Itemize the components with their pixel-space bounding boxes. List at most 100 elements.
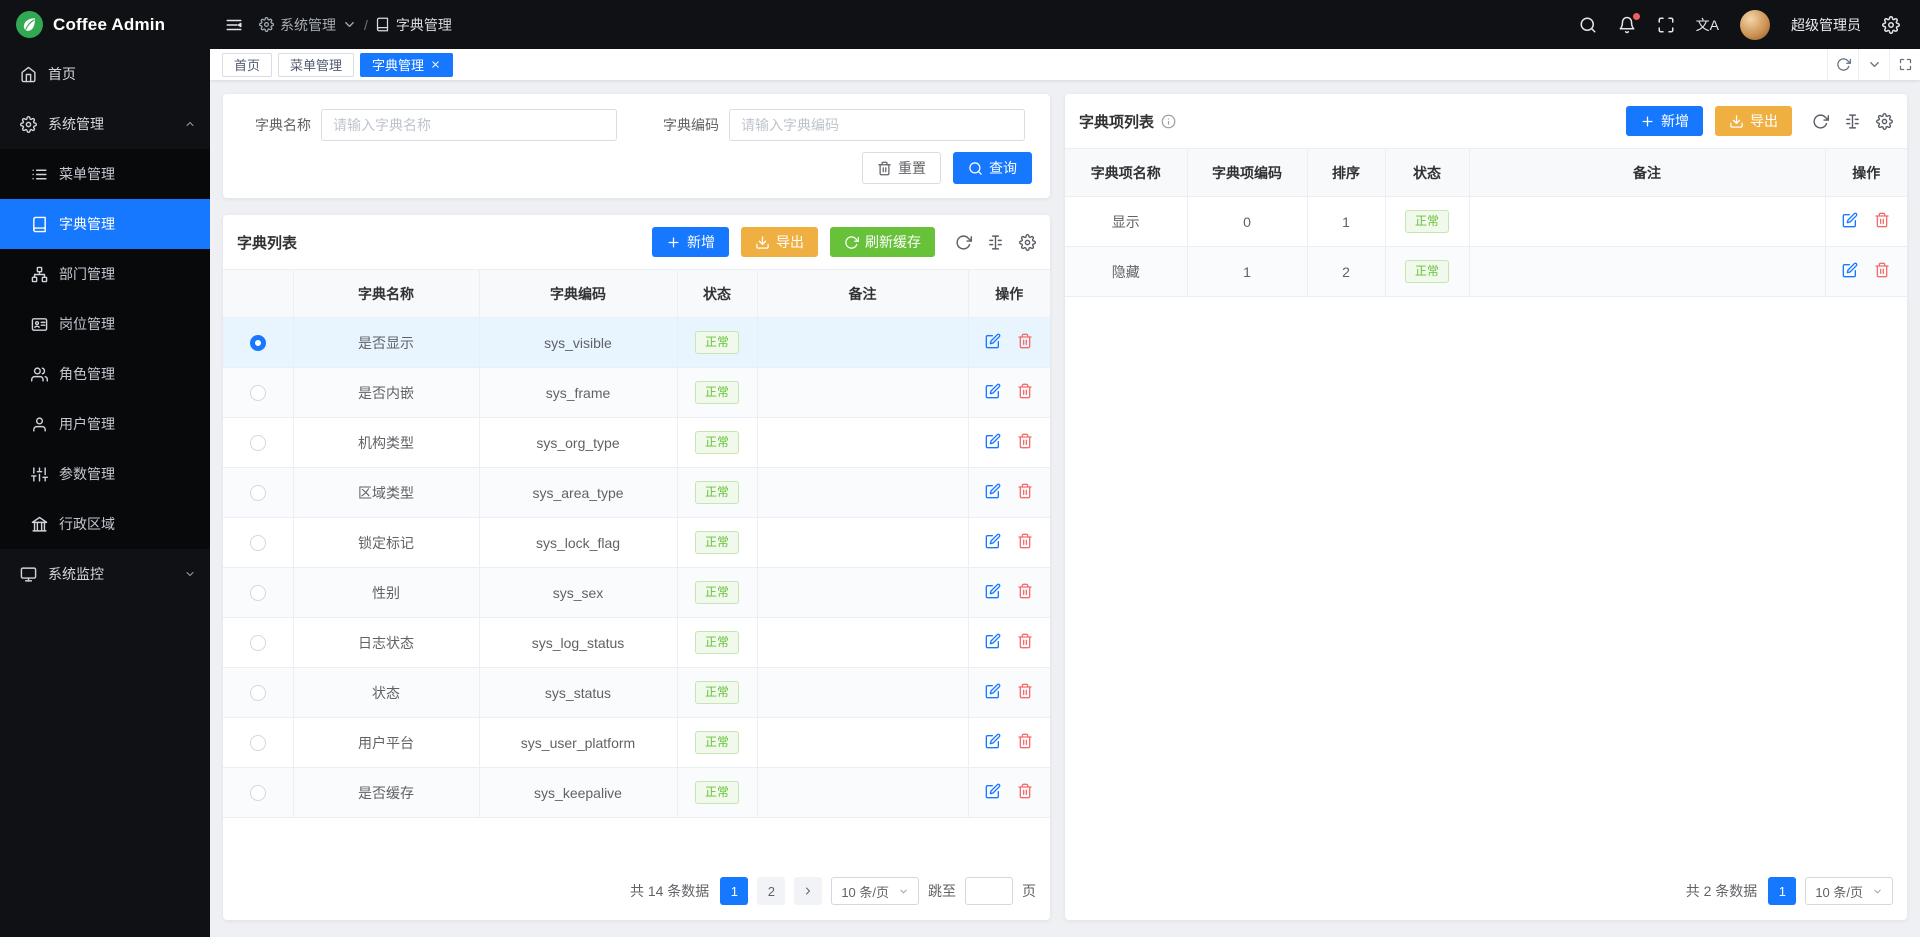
row-radio[interactable] [250,335,266,351]
delete-icon[interactable] [1017,783,1033,799]
tab-dict-mgmt[interactable]: 字典管理 [360,53,453,77]
delete-icon[interactable] [1874,262,1890,278]
delete-icon[interactable] [1017,533,1033,549]
breadcrumb-parent[interactable]: 系统管理 [259,15,357,35]
delete-icon[interactable] [1017,683,1033,699]
sidebar-item-role-mgmt[interactable]: 角色管理 [0,349,210,399]
row-radio[interactable] [250,485,266,501]
sidebar-item-user-mgmt[interactable]: 用户管理 [0,399,210,449]
next-page-button[interactable] [794,877,822,905]
page-button-1[interactable]: 1 [720,877,748,905]
sidebar-item-system[interactable]: 系统管理 [0,99,210,149]
app-logo[interactable]: Coffee Admin [0,0,210,49]
edit-icon[interactable] [985,733,1001,749]
delete-icon[interactable] [1017,433,1033,449]
delete-icon[interactable] [1017,333,1033,349]
dict-name-input[interactable] [321,109,617,141]
delete-icon[interactable] [1017,633,1033,649]
delete-icon[interactable] [1017,583,1033,599]
table-row[interactable]: 机构类型 sys_org_type 正常 [223,418,1050,468]
export-dict-button[interactable]: 导出 [741,227,818,257]
table-row[interactable]: 是否显示 sys_visible 正常 [223,318,1050,368]
sidebar-item-param-mgmt[interactable]: 参数管理 [0,449,210,499]
delete-icon[interactable] [1017,383,1033,399]
settings-gear-icon[interactable] [1882,16,1900,34]
delete-icon[interactable] [1017,733,1033,749]
edit-icon[interactable] [985,583,1001,599]
edit-icon[interactable] [985,683,1001,699]
sidebar-item-menu-mgmt[interactable]: 菜单管理 [0,149,210,199]
sidebar-item-dict-mgmt[interactable]: 字典管理 [0,199,210,249]
refresh-cache-button[interactable]: 刷新缓存 [830,227,935,257]
query-button[interactable]: 查询 [953,152,1032,184]
delete-icon[interactable] [1874,212,1890,228]
search-icon[interactable] [1579,16,1597,34]
edit-icon[interactable] [985,533,1001,549]
row-radio[interactable] [250,585,266,601]
edit-icon[interactable] [985,333,1001,349]
add-dict-button[interactable]: 新增 [652,227,729,257]
column-settings-icon[interactable] [987,234,1004,251]
table-row[interactable]: 显示 0 1 正常 [1065,197,1907,247]
add-dict-item-button[interactable]: 新增 [1626,106,1703,136]
tab-home[interactable]: 首页 [222,53,272,77]
refresh-table-icon[interactable] [955,234,972,251]
translate-icon[interactable]: 文A [1696,18,1719,32]
info-icon[interactable] [1161,114,1176,129]
jump-page-input[interactable] [965,877,1013,905]
page-size-select[interactable]: 10 条/页 [1805,877,1893,905]
breadcrumb-current[interactable]: 字典管理 [375,15,452,35]
tab-options-chevron-icon[interactable] [1858,49,1889,80]
page-button-2[interactable]: 2 [757,877,785,905]
table-row[interactable]: 用户平台 sys_user_platform 正常 [223,718,1050,768]
edit-icon[interactable] [985,783,1001,799]
sidebar-collapse-icon[interactable] [225,16,243,34]
edit-icon[interactable] [985,633,1001,649]
table-row[interactable]: 日志状态 sys_log_status 正常 [223,618,1050,668]
row-radio[interactable] [250,535,266,551]
edit-icon[interactable] [1842,262,1858,278]
user-name[interactable]: 超级管理员 [1791,15,1861,35]
edit-icon[interactable] [985,483,1001,499]
avatar[interactable] [1740,10,1770,40]
table-row[interactable]: 状态 sys_status 正常 [223,668,1050,718]
reset-button[interactable]: 重置 [862,152,941,184]
row-radio[interactable] [250,785,266,801]
row-radio[interactable] [250,735,266,751]
column-settings-icon[interactable] [1844,113,1861,130]
edit-icon[interactable] [1842,212,1858,228]
delete-icon[interactable] [1017,483,1033,499]
refresh-table-icon[interactable] [1812,113,1829,130]
table-row[interactable]: 锁定标记 sys_lock_flag 正常 [223,518,1050,568]
dict-code-input[interactable] [729,109,1025,141]
table-row[interactable]: 性别 sys_sex 正常 [223,568,1050,618]
page-size-select[interactable]: 10 条/页 [831,877,919,905]
row-radio[interactable] [250,435,266,451]
sidebar-item-monitor[interactable]: 系统监控 [0,549,210,599]
refresh-tab-icon[interactable] [1827,49,1858,80]
row-radio[interactable] [250,385,266,401]
sidebar-item-dept-mgmt[interactable]: 部门管理 [0,249,210,299]
table-row[interactable]: 是否内嵌 sys_frame 正常 [223,368,1050,418]
row-radio[interactable] [250,635,266,651]
close-tab-icon[interactable] [430,59,441,70]
content-fullscreen-icon[interactable] [1889,49,1920,80]
edit-icon[interactable] [985,383,1001,399]
fullscreen-icon[interactable] [1657,16,1675,34]
table-gear-icon[interactable] [1876,113,1893,130]
page-button-1[interactable]: 1 [1768,877,1796,905]
table-gear-icon[interactable] [1019,234,1036,251]
table-row[interactable]: 隐藏 1 2 正常 [1065,247,1907,297]
edit-icon[interactable] [985,433,1001,449]
table-row[interactable]: 区域类型 sys_area_type 正常 [223,468,1050,518]
sidebar-item-home[interactable]: 首页 [0,49,210,99]
table-row[interactable]: 是否缓存 sys_keepalive 正常 [223,768,1050,818]
row-radio[interactable] [250,685,266,701]
dict-list-panel: 字典列表 新增 导出 刷新 [223,215,1050,920]
dict-table: 字典名称 字典编码 状态 备注 操作 是否显示 sys_vis [223,269,1050,818]
sidebar-item-region-mgmt[interactable]: 行政区域 [0,499,210,549]
sidebar-item-post-mgmt[interactable]: 岗位管理 [0,299,210,349]
export-dict-item-button[interactable]: 导出 [1715,106,1792,136]
notification-bell-icon[interactable] [1618,16,1636,34]
tab-menu-mgmt[interactable]: 菜单管理 [278,53,354,77]
